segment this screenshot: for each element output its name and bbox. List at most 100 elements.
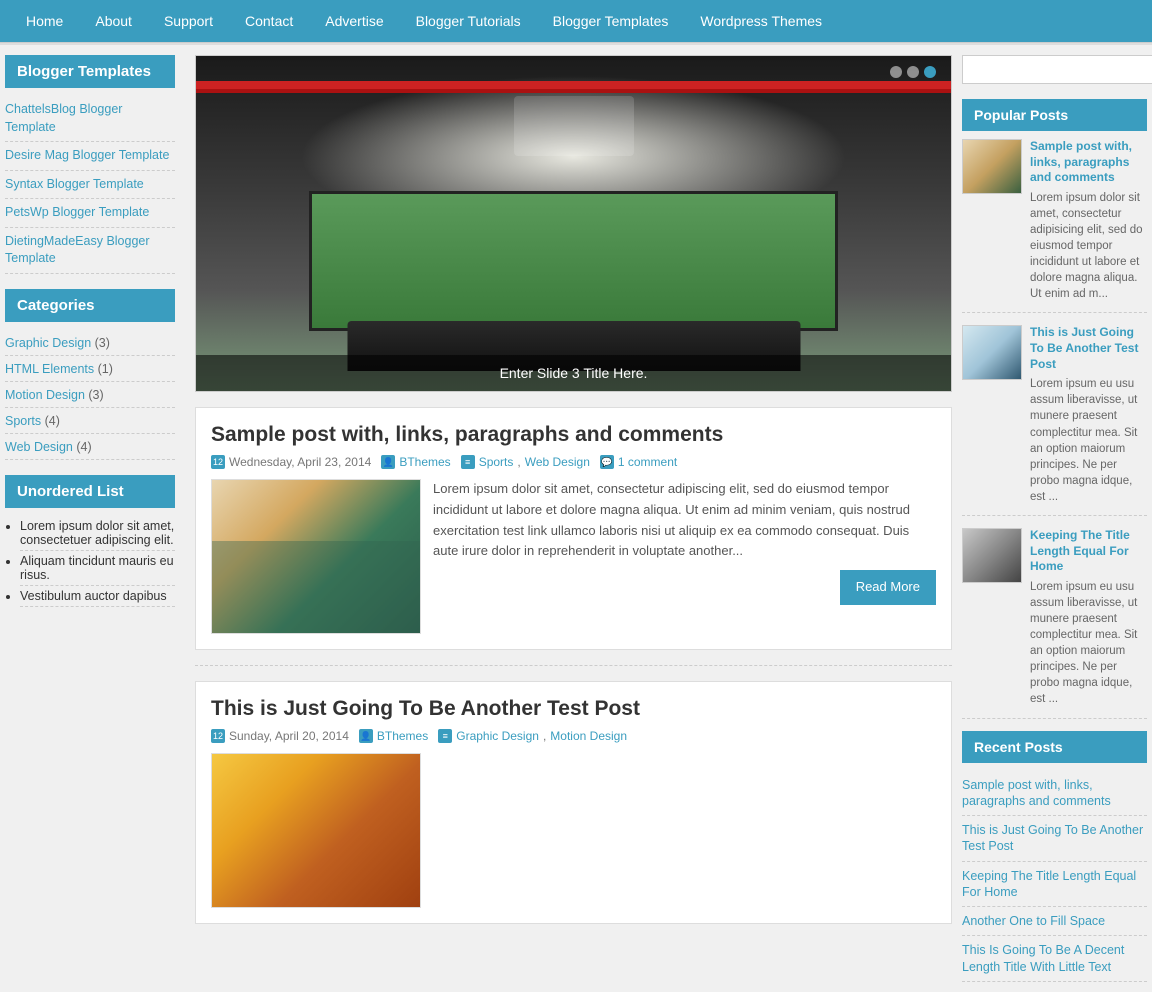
blog-post-2: This is Just Going To Be Another Test Po… [195, 681, 952, 924]
template-link[interactable]: Desire Mag Blogger Template [5, 148, 169, 162]
recent-post-link[interactable]: Sample post with, links, paragraphs and … [962, 778, 1111, 808]
tag-icon-2: ≡ [438, 729, 452, 743]
list-item: HTML Elements (1) [5, 356, 175, 382]
post-divider [195, 665, 952, 666]
popular-post-excerpt: Lorem ipsum dolor sit amet, consectetur … [1030, 190, 1147, 303]
calendar-icon-2: 12 [211, 729, 225, 743]
unordered-list: Lorem ipsum dolor sit amet, consectetuer… [5, 516, 175, 607]
post-1-cat-2[interactable]: Web Design [525, 455, 590, 469]
popular-post-excerpt: Lorem ipsum eu usu assum liberavisse, ut… [1030, 376, 1147, 505]
popular-post-thumbnail [962, 528, 1022, 583]
list-item: Another One to Fill Space [962, 907, 1147, 936]
post-1-title: Sample post with, links, paragraphs and … [211, 423, 936, 447]
popular-post-thumbnail [962, 139, 1022, 194]
nav-item-advertise[interactable]: Advertise [309, 0, 399, 42]
category-count: (1) [98, 362, 113, 376]
right-sidebar: Search Popular Posts Sample post with, l… [962, 55, 1152, 982]
post-1-excerpt: Lorem ipsum dolor sit amet, consectetur … [433, 479, 936, 562]
post-1-cat-1[interactable]: Sports [479, 455, 514, 469]
post-2-title: This is Just Going To Be Another Test Po… [211, 697, 936, 721]
slider-caption: Enter Slide 3 Title Here. [196, 355, 951, 391]
slider-dot-2[interactable] [907, 66, 919, 78]
popular-post-title[interactable]: Keeping The Title Length Equal For Home [1030, 528, 1147, 575]
blogger-templates-list: ChattelsBlog Blogger Template Desire Mag … [5, 96, 175, 274]
slider-dots [890, 66, 936, 78]
category-link[interactable]: HTML Elements (1) [5, 362, 113, 376]
template-link[interactable]: PetsWp Blogger Template [5, 205, 149, 219]
post-1-date: Wednesday, April 23, 2014 [229, 455, 371, 469]
category-count: (3) [88, 388, 103, 402]
blogger-templates-title: Blogger Templates [5, 55, 175, 88]
slider-window [309, 191, 838, 331]
slider: Enter Slide 3 Title Here. [195, 55, 952, 392]
post-2-meta: 12 Sunday, April 20, 2014 👤 BThemes ≡ Gr… [211, 729, 936, 743]
post-2-date-item: 12 Sunday, April 20, 2014 [211, 729, 349, 743]
category-link[interactable]: Sports (4) [5, 414, 60, 428]
post-2-date: Sunday, April 20, 2014 [229, 729, 349, 743]
calendar-icon: 12 [211, 455, 225, 469]
post-1-author-item: 👤 BThemes [381, 455, 450, 469]
nav-item-about[interactable]: About [79, 0, 148, 42]
popular-post-title[interactable]: Sample post with, links, paragraphs and … [1030, 139, 1147, 186]
category-link[interactable]: Motion Design (3) [5, 388, 104, 402]
list-item: Motion Design (3) [5, 382, 175, 408]
list-item: Sports (4) [5, 408, 175, 434]
tag-icon: ≡ [461, 455, 475, 469]
slider-dot-3[interactable] [924, 66, 936, 78]
popular-posts-title: Popular Posts [962, 99, 1147, 131]
nav-list: HomeAboutSupportContactAdvertiseBlogger … [10, 0, 1142, 42]
search-input[interactable] [962, 55, 1152, 84]
list-item: Web Design (4) [5, 434, 175, 460]
blog-post-1: Sample post with, links, paragraphs and … [195, 407, 952, 650]
category-link[interactable]: Web Design (4) [5, 440, 92, 454]
popular-post-item: Sample post with, links, paragraphs and … [962, 139, 1147, 313]
recent-post-link[interactable]: This Is Going To Be A Decent Length Titl… [962, 943, 1124, 973]
list-item: Aliquam tincidunt mauris eu risus. [20, 551, 175, 586]
recent-post-link[interactable]: This is Just Going To Be Another Test Po… [962, 823, 1143, 853]
nav-item-blogger-tutorials[interactable]: Blogger Tutorials [400, 0, 537, 42]
list-item: Sample post with, links, paragraphs and … [962, 771, 1147, 817]
post-1-text: Lorem ipsum dolor sit amet, consectetur … [433, 479, 936, 634]
nav-item-home[interactable]: Home [10, 0, 79, 42]
post-1-comments[interactable]: 1 comment [618, 455, 677, 469]
recent-post-link[interactable]: Another One to Fill Space [962, 914, 1105, 928]
recent-post-link[interactable]: Keeping The Title Length Equal For Home [962, 869, 1136, 899]
post-2-author[interactable]: BThemes [377, 729, 428, 743]
post-1-read-more[interactable]: Read More [840, 570, 936, 605]
post-2-thumbnail [211, 753, 421, 908]
category-count: (3) [95, 336, 110, 350]
popular-post-info: Sample post with, links, paragraphs and … [1030, 139, 1147, 302]
category-link[interactable]: Graphic Design (3) [5, 336, 110, 350]
list-item: ChattelsBlog Blogger Template [5, 96, 175, 142]
post-1-read-more-wrap: Read More [433, 570, 936, 605]
template-link[interactable]: ChattelsBlog Blogger Template [5, 102, 122, 134]
popular-post-item: This is Just Going To Be Another Test Po… [962, 325, 1147, 516]
unordered-list-section: Lorem ipsum dolor sit amet, consectetuer… [5, 516, 175, 607]
template-link[interactable]: DietingMadeEasy Blogger Template [5, 234, 150, 266]
post-1-date-item: 12 Wednesday, April 23, 2014 [211, 455, 371, 469]
list-item: Keeping The Title Length Equal For Home [962, 862, 1147, 908]
post-1-author[interactable]: BThemes [399, 455, 450, 469]
comment-icon: 💬 [600, 455, 614, 469]
slider-dot-1[interactable] [890, 66, 902, 78]
nav-item-support[interactable]: Support [148, 0, 229, 42]
post-2-cat-2[interactable]: Motion Design [550, 729, 627, 743]
post-2-cat-1[interactable]: Graphic Design [456, 729, 539, 743]
list-item: Vestibulum auctor dapibus [20, 586, 175, 607]
template-link[interactable]: Syntax Blogger Template [5, 177, 144, 191]
list-item: Graphic Design (3) [5, 330, 175, 356]
list-item: This is Just Going To Be Another Test Po… [962, 816, 1147, 862]
main-wrapper: Blogger Templates ChattelsBlog Blogger T… [0, 45, 1152, 992]
nav-item-contact[interactable]: Contact [229, 0, 309, 42]
popular-post-info: This is Just Going To Be Another Test Po… [1030, 325, 1147, 505]
search-box: Search [962, 55, 1147, 84]
popular-post-excerpt: Lorem ipsum eu usu assum liberavisse, ut… [1030, 579, 1147, 708]
list-item: Lorem ipsum dolor sit amet, consectetuer… [20, 516, 175, 551]
post-1-categories-item: ≡ Sports, Web Design [461, 455, 590, 469]
nav-item-wordpress-themes[interactable]: Wordpress Themes [684, 0, 838, 42]
list-item: DietingMadeEasy Blogger Template [5, 228, 175, 274]
unordered-list-title: Unordered List [5, 475, 175, 508]
popular-post-item: Keeping The Title Length Equal For HomeL… [962, 528, 1147, 719]
popular-post-title[interactable]: This is Just Going To Be Another Test Po… [1030, 325, 1147, 372]
nav-item-blogger-templates[interactable]: Blogger Templates [537, 0, 685, 42]
